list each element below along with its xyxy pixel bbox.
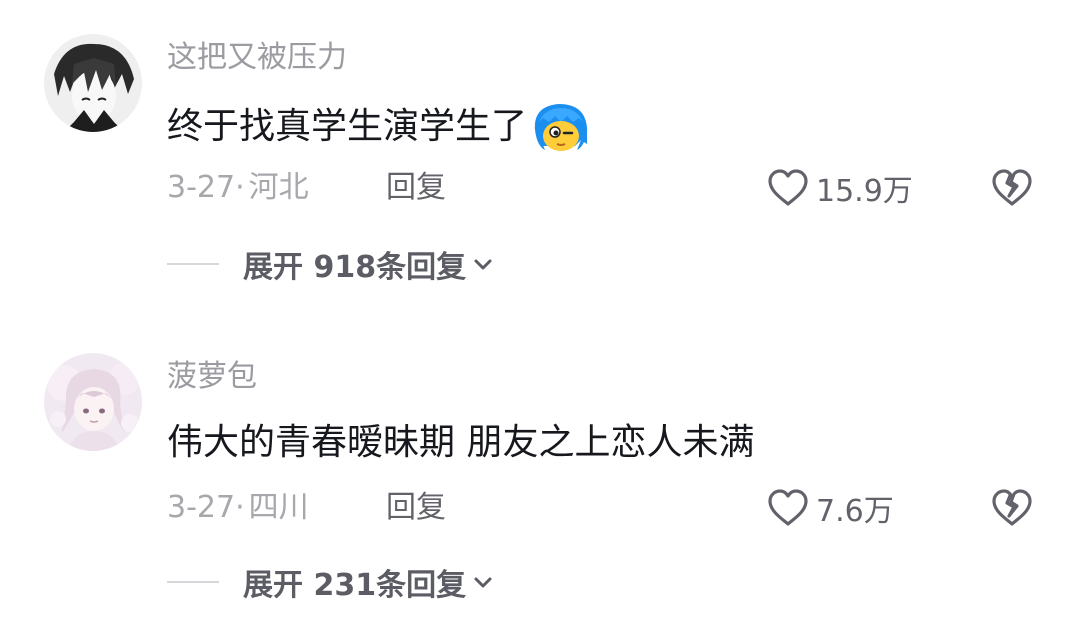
like-count: 7.6万 <box>816 494 894 529</box>
avatar[interactable] <box>44 353 142 451</box>
comment-location: 四川 <box>248 490 309 525</box>
comment-meta: 3-27· 河北 <box>167 173 309 203</box>
chevron-down-icon <box>474 259 492 270</box>
dislike-button[interactable] <box>990 486 1034 530</box>
comment-text: 终于找真学生演学生了 <box>167 100 589 154</box>
heart-outline-icon <box>768 489 808 526</box>
like-button[interactable]: 7.6万 <box>766 486 894 530</box>
expand-replies-button[interactable]: 展开 231条回复 <box>167 562 494 603</box>
expand-replies-button[interactable]: 展开 918条回复 <box>167 244 494 285</box>
username[interactable]: 这把又被压力 <box>167 43 347 73</box>
broken-heart-icon <box>992 489 1032 526</box>
avatar[interactable] <box>44 34 142 132</box>
comment-meta: 3-27· 四川 <box>167 493 309 523</box>
like-count: 15.9万 <box>816 174 913 209</box>
divider-line <box>167 263 219 265</box>
blue-haired-character-emoji <box>531 100 589 154</box>
comment-date: 3-27 <box>167 170 236 205</box>
expand-replies-label: 展开 918条回复 <box>243 250 467 285</box>
divider-line <box>167 581 219 583</box>
broken-heart-icon <box>992 169 1032 206</box>
reply-button[interactable]: 回复 <box>386 493 446 523</box>
comment-text-body: 终于找真学生演学生了 <box>167 106 528 147</box>
comment-date: 3-27 <box>167 490 236 525</box>
heart-outline-icon <box>768 169 808 206</box>
expand-replies-label: 展开 231条回复 <box>243 568 467 603</box>
dislike-button[interactable] <box>990 166 1034 210</box>
reply-button[interactable]: 回复 <box>386 173 446 203</box>
chevron-down-icon <box>474 577 492 588</box>
comment-text: 伟大的青春暧昧期 朋友之上恋人未满 <box>167 422 755 463</box>
comment-location: 河北 <box>248 170 309 205</box>
meta-separator: · <box>235 170 245 205</box>
like-button[interactable]: 15.9万 <box>766 166 913 210</box>
username[interactable]: 菠萝包 <box>167 362 257 392</box>
meta-separator: · <box>235 490 245 525</box>
